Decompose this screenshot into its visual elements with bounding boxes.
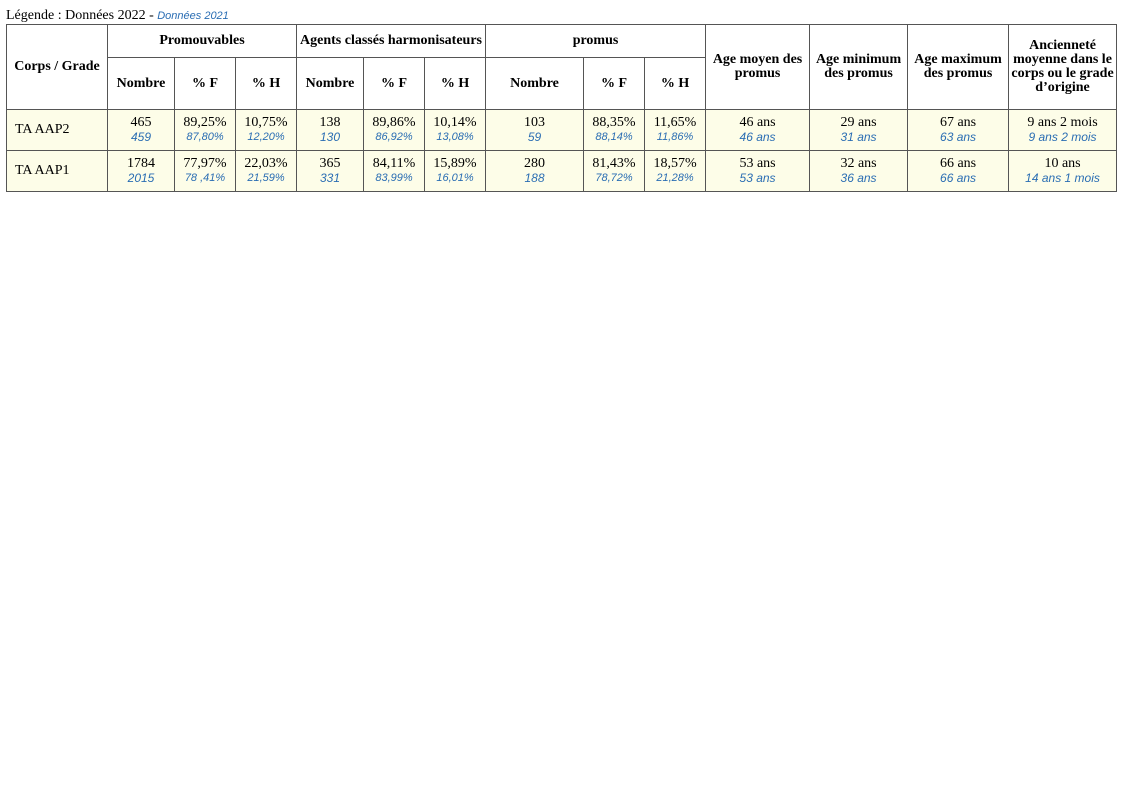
table-row: TA AAP2 465 459 89,25% 87,80% 10,75% 12,20%… <box>6 109 1118 151</box>
header-age-max: Age maximum des promus <box>907 24 1010 110</box>
cell-anciennete: 10 ans 14 ans 1 mois <box>1008 150 1118 192</box>
cell-prom-pct-f: 89,25% 87,80% <box>174 109 236 151</box>
cell-ag-pct-h: 10,14% 13,08% <box>424 109 487 151</box>
legend: Légende : Données 2022 - Données 2021 <box>6 8 229 24</box>
row-label: TA AAP1 <box>6 150 108 192</box>
promotion-table: Corps / Grade Promouvables Agents classé… <box>6 24 1118 192</box>
cell-anciennete: 9 ans 2 mois 9 ans 2 mois <box>1008 109 1118 151</box>
header-prom-pct-f: % F <box>174 57 236 110</box>
cell-pr-pct-h: 18,57% 21,28% <box>644 150 707 192</box>
header-ag-pct-f: % F <box>363 57 426 110</box>
cell-ag-pct-h: 15,89% 16,01% <box>424 150 487 192</box>
header-prom-pct-h: % H <box>234 57 298 110</box>
header-anciennete: Ancienneté moyenne dans le corps ou le g… <box>1008 24 1118 110</box>
header-age-moyen: Age moyen des promus <box>705 24 811 110</box>
cell-pr-pct-h: 11,65% 11,86% <box>644 109 707 151</box>
header-pr-pct-f: % F <box>583 57 646 110</box>
cell-ag-nombre: 138 130 <box>296 109 365 151</box>
cell-pr-nombre: 103 59 <box>485 109 585 151</box>
legend-2021-text: Données 2021 <box>157 10 229 22</box>
cell-pr-pct-f: 88,35% 88,14% <box>583 109 646 151</box>
cell-prom-nombre: 1784 2015 <box>107 150 175 192</box>
cell-age-max: 67 ans 63 ans <box>907 109 1010 151</box>
header-promus: promus <box>485 24 707 58</box>
cell-age-max: 66 ans 66 ans <box>907 150 1010 192</box>
header-pr-pct-h: % H <box>644 57 707 110</box>
header-ag-pct-h: % H <box>424 57 487 110</box>
legend-text: Légende : Données 2022 - <box>6 8 158 23</box>
header-agents: Agents classés harmonisateurs <box>296 24 487 58</box>
cell-prom-nombre: 465 459 <box>107 109 175 151</box>
cell-ag-pct-f: 89,86% 86,92% <box>363 109 426 151</box>
row-label: TA AAP2 <box>6 109 108 151</box>
cell-ag-nombre: 365 331 <box>296 150 365 192</box>
cell-prom-pct-h: 10,75% 12,20% <box>234 109 298 151</box>
header-promouvables: Promouvables <box>106 24 298 58</box>
cell-age-moyen: 53 ans 53 ans <box>705 150 811 192</box>
page-bottom-mask <box>0 192 1123 794</box>
cell-age-min: 29 ans 31 ans <box>809 109 909 151</box>
cell-prom-pct-h: 22,03% 21,59% <box>234 150 298 192</box>
cell-age-moyen: 46 ans 46 ans <box>705 109 811 151</box>
header-row-1: Corps / Grade Promouvables Agents classé… <box>6 24 1118 110</box>
header-pr-nombre: Nombre <box>485 57 585 110</box>
table-row: TA AAP1 1784 2015 77,97% 78 ,41% 22,03% 21,… <box>6 150 1118 192</box>
cell-prom-pct-f: 77,97% 78 ,41% <box>174 150 236 192</box>
cell-pr-pct-f: 81,43% 78,72% <box>583 150 646 192</box>
header-prom-nombre: Nombre <box>107 57 175 110</box>
cell-ag-pct-f: 84,11% 83,99% <box>363 150 426 192</box>
header-age-min: Age minimum des promus <box>809 24 909 110</box>
header-corps-grade: Corps / Grade <box>6 24 108 110</box>
cell-pr-nombre: 280 188 <box>485 150 585 192</box>
cell-age-min: 32 ans 36 ans <box>809 150 909 192</box>
header-ag-nombre: Nombre <box>296 57 365 110</box>
